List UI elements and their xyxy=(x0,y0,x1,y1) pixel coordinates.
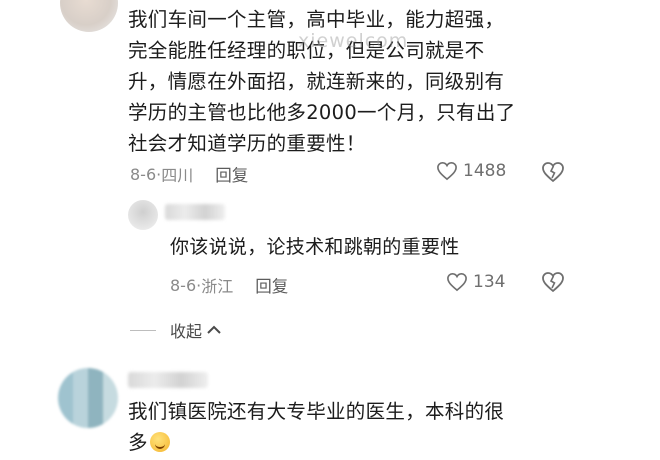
collapse-replies-button[interactable]: 收起 xyxy=(130,318,222,342)
reply-text: 你该说说，论技术和跳朝的重要性 xyxy=(170,236,460,258)
comment-line: 完全能胜任经理的职位，但是公司就是不 xyxy=(128,39,485,62)
comment-line: 我们镇医院还有大专毕业的医生，本科的很 xyxy=(128,400,505,423)
avatar[interactable] xyxy=(60,0,118,32)
divider xyxy=(130,329,156,331)
comment-line: 升，情愿在外面招，就连新来的，同级别有 xyxy=(128,70,505,93)
chevron-up-icon xyxy=(207,325,221,334)
username[interactable] xyxy=(128,372,208,388)
reply-button[interactable]: 回复 xyxy=(255,273,288,297)
comment-location: 四川 xyxy=(161,166,194,185)
heart-icon xyxy=(447,272,467,292)
comment-line: 社会才知道学历的重要性！ xyxy=(128,132,366,155)
username[interactable] xyxy=(165,204,225,220)
dislike-heart-icon[interactable] xyxy=(541,161,565,183)
comment-date: 8-6 xyxy=(170,275,197,295)
heart-icon xyxy=(437,161,457,181)
reply-meta: 8-6 · 浙江 回复 xyxy=(170,273,288,297)
avatar[interactable] xyxy=(58,368,118,428)
comment-location: 浙江 xyxy=(201,277,234,296)
comment-line: 多 xyxy=(128,427,598,458)
dislike-heart-icon[interactable] xyxy=(541,271,565,293)
like-button[interactable]: 1488 xyxy=(436,161,506,181)
comment-text: 我们车间一个主管，高中毕业，能力超强， 完全能胜任经理的职位，但是公司就是不 升… xyxy=(128,4,598,159)
like-button[interactable]: 134 xyxy=(446,272,505,292)
reply-button[interactable]: 回复 xyxy=(215,162,248,186)
comment-line: 我们车间一个主管，高中毕业，能力超强， xyxy=(128,8,505,31)
comment-meta: 8-6 · 四川 回复 xyxy=(130,162,248,186)
comment-date: 8-6 xyxy=(130,164,157,184)
like-count: 1488 xyxy=(463,161,507,181)
comment-text: 我们镇医院还有大专毕业的医生，本科的很 多 xyxy=(128,396,598,458)
comment-line: 学历的主管也比他多2000一个月，只有出了 xyxy=(128,101,516,124)
collapse-label: 收起 xyxy=(170,322,203,341)
avatar[interactable] xyxy=(128,200,158,230)
laughing-emoji-icon xyxy=(149,432,170,452)
comment-line-text: 多 xyxy=(128,431,148,454)
like-count: 134 xyxy=(473,272,506,292)
